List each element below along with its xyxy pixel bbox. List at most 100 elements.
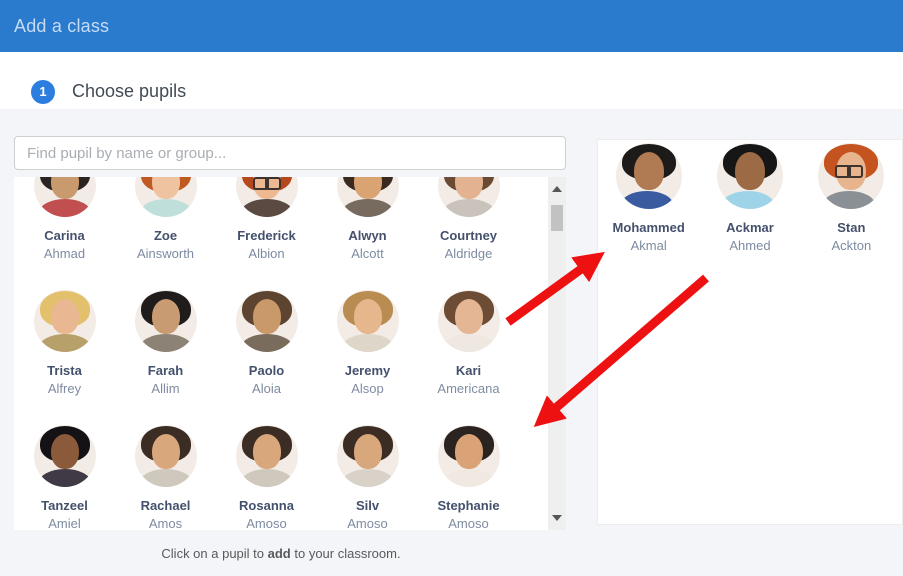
pupil-photo[interactable] [33,425,96,487]
selected-pupil-card[interactable]: Ackmar Ahmed [699,143,800,255]
pupil-last-name: Alcott [351,246,384,261]
pupil-photo[interactable] [336,290,399,352]
pupil-card[interactable]: Silv Amoso [317,425,418,530]
avatar-face [50,299,79,334]
pupil-last-name: Ahmad [43,246,86,261]
glasses-icon [834,165,864,178]
avatar-face [252,434,281,469]
pupil-photo[interactable] [615,143,682,209]
pupil-card[interactable]: Jeremy Alsop [317,290,418,425]
pupil-photo[interactable] [716,143,783,209]
pupil-card[interactable]: Trista Alfrey [14,290,115,425]
selected-pupil-card[interactable]: Stan Ackton [801,143,902,255]
selected-pupils-panel: Mohammed Akmal Ackmar Ahmed Stan Ackton [597,139,903,525]
pupil-first-name: Jeremy [344,363,391,378]
footer-hint-suffix: to your classroom. [290,546,401,561]
pupil-photo[interactable] [235,425,298,487]
pupil-card[interactable]: Farah Allim [115,290,216,425]
avatar-shirt [240,334,293,352]
pupil-card[interactable]: Kari Americana [418,290,519,425]
pupil-card[interactable]: Alwyn Alcott [317,177,418,290]
pupil-card[interactable]: Zoe Ainsworth [115,177,216,290]
pupil-first-name: Frederick [237,228,296,243]
avatar-face [151,299,180,334]
pupil-last-name: Amos [148,516,183,530]
pupil-first-name: Rachael [140,498,191,513]
pupil-photo[interactable] [33,290,96,352]
glasses-icon [252,177,282,190]
avatar-shirt [139,199,192,217]
pupil-card[interactable]: Frederick Albion [216,177,317,290]
avatar-face [454,177,483,199]
avatar-face [353,299,382,334]
avatar-face [50,177,79,199]
scrollbar-down-icon[interactable] [552,515,562,521]
pupil-last-name: Amiel [48,516,81,530]
footer-hint-prefix: Click on a pupil to [161,546,268,561]
avatar-face [454,434,483,469]
pupil-photo[interactable] [336,177,399,217]
pupil-photo[interactable] [235,290,298,352]
avatar-shirt [38,334,91,352]
pupil-card[interactable]: Tanzeel Amiel [14,425,115,530]
pupil-card[interactable]: Stephanie Amoso [418,425,519,530]
avatar-shirt [341,469,394,487]
pupil-card[interactable]: Carina Ahmad [14,177,115,290]
pupil-last-name: Americana [437,381,500,396]
avatar-face [151,177,180,199]
pupil-last-name: Ahmed [729,238,771,253]
pupil-photo[interactable] [33,177,96,217]
pupil-grid: Carina Ahmad Zoe Ainsworth Frederick Alb… [14,177,548,530]
pupil-photo[interactable] [336,425,399,487]
avatar-shirt [442,199,495,217]
pupil-photo[interactable] [235,177,298,217]
selected-pupils-row: Mohammed Akmal Ackmar Ahmed Stan Ackton [598,140,902,255]
pupil-last-name: Albion [248,246,285,261]
pupil-last-name: Alsop [351,381,384,396]
pupil-photo[interactable] [437,290,500,352]
search-input[interactable] [14,136,566,170]
avatar-face [633,152,664,190]
pupil-first-name: Kari [455,363,482,378]
avatar-face [151,434,180,469]
step-number-badge: 1 [31,80,55,104]
pupil-card[interactable]: Rosanna Amoso [216,425,317,530]
selected-pupil-card[interactable]: Mohammed Akmal [598,143,699,255]
pupil-photo[interactable] [134,425,197,487]
app-header: Add a class [0,0,903,52]
pupil-first-name: Alwyn [348,228,387,243]
avatar-shirt [38,199,91,217]
list-scrollbar[interactable] [548,177,566,530]
footer-hint-bold: add [267,546,291,561]
pupil-first-name: Stephanie [437,498,500,513]
pupil-last-name: Amoso [347,516,388,530]
pupil-card[interactable]: Rachael Amos [115,425,216,530]
avatar-shirt [721,191,774,209]
pupil-first-name: Zoe [153,228,178,243]
pupil-card[interactable]: Paolo Aloia [216,290,317,425]
avatar-shirt [139,469,192,487]
scrollbar-thumb[interactable] [551,205,563,231]
pupil-first-name: Stan [837,220,866,235]
pupil-first-name: Trista [47,363,82,378]
avatar-shirt [442,334,495,352]
pupil-photo[interactable] [437,425,500,487]
pupil-photo[interactable] [134,290,197,352]
pupil-first-name: Ackmar [726,220,774,235]
avatar-shirt [38,469,91,487]
pupil-first-name: Courtney [439,228,498,243]
pupil-first-name: Silv [355,498,380,513]
pupil-card[interactable]: Courtney Aldridge [418,177,519,290]
pupil-photo[interactable] [437,177,500,217]
pupil-list-panel: Carina Ahmad Zoe Ainsworth Frederick Alb… [14,177,548,530]
scrollbar-up-icon[interactable] [552,186,562,192]
avatar-shirt [341,334,394,352]
pupil-last-name: Amoso [448,516,489,530]
pupil-photo[interactable] [818,143,885,209]
avatar-face [50,434,79,469]
step-label: Choose pupils [72,81,187,101]
pupil-photo[interactable] [134,177,197,217]
pupil-last-name: Ackton [831,238,872,253]
avatar-face [353,177,382,199]
pupil-last-name: Allim [151,381,180,396]
